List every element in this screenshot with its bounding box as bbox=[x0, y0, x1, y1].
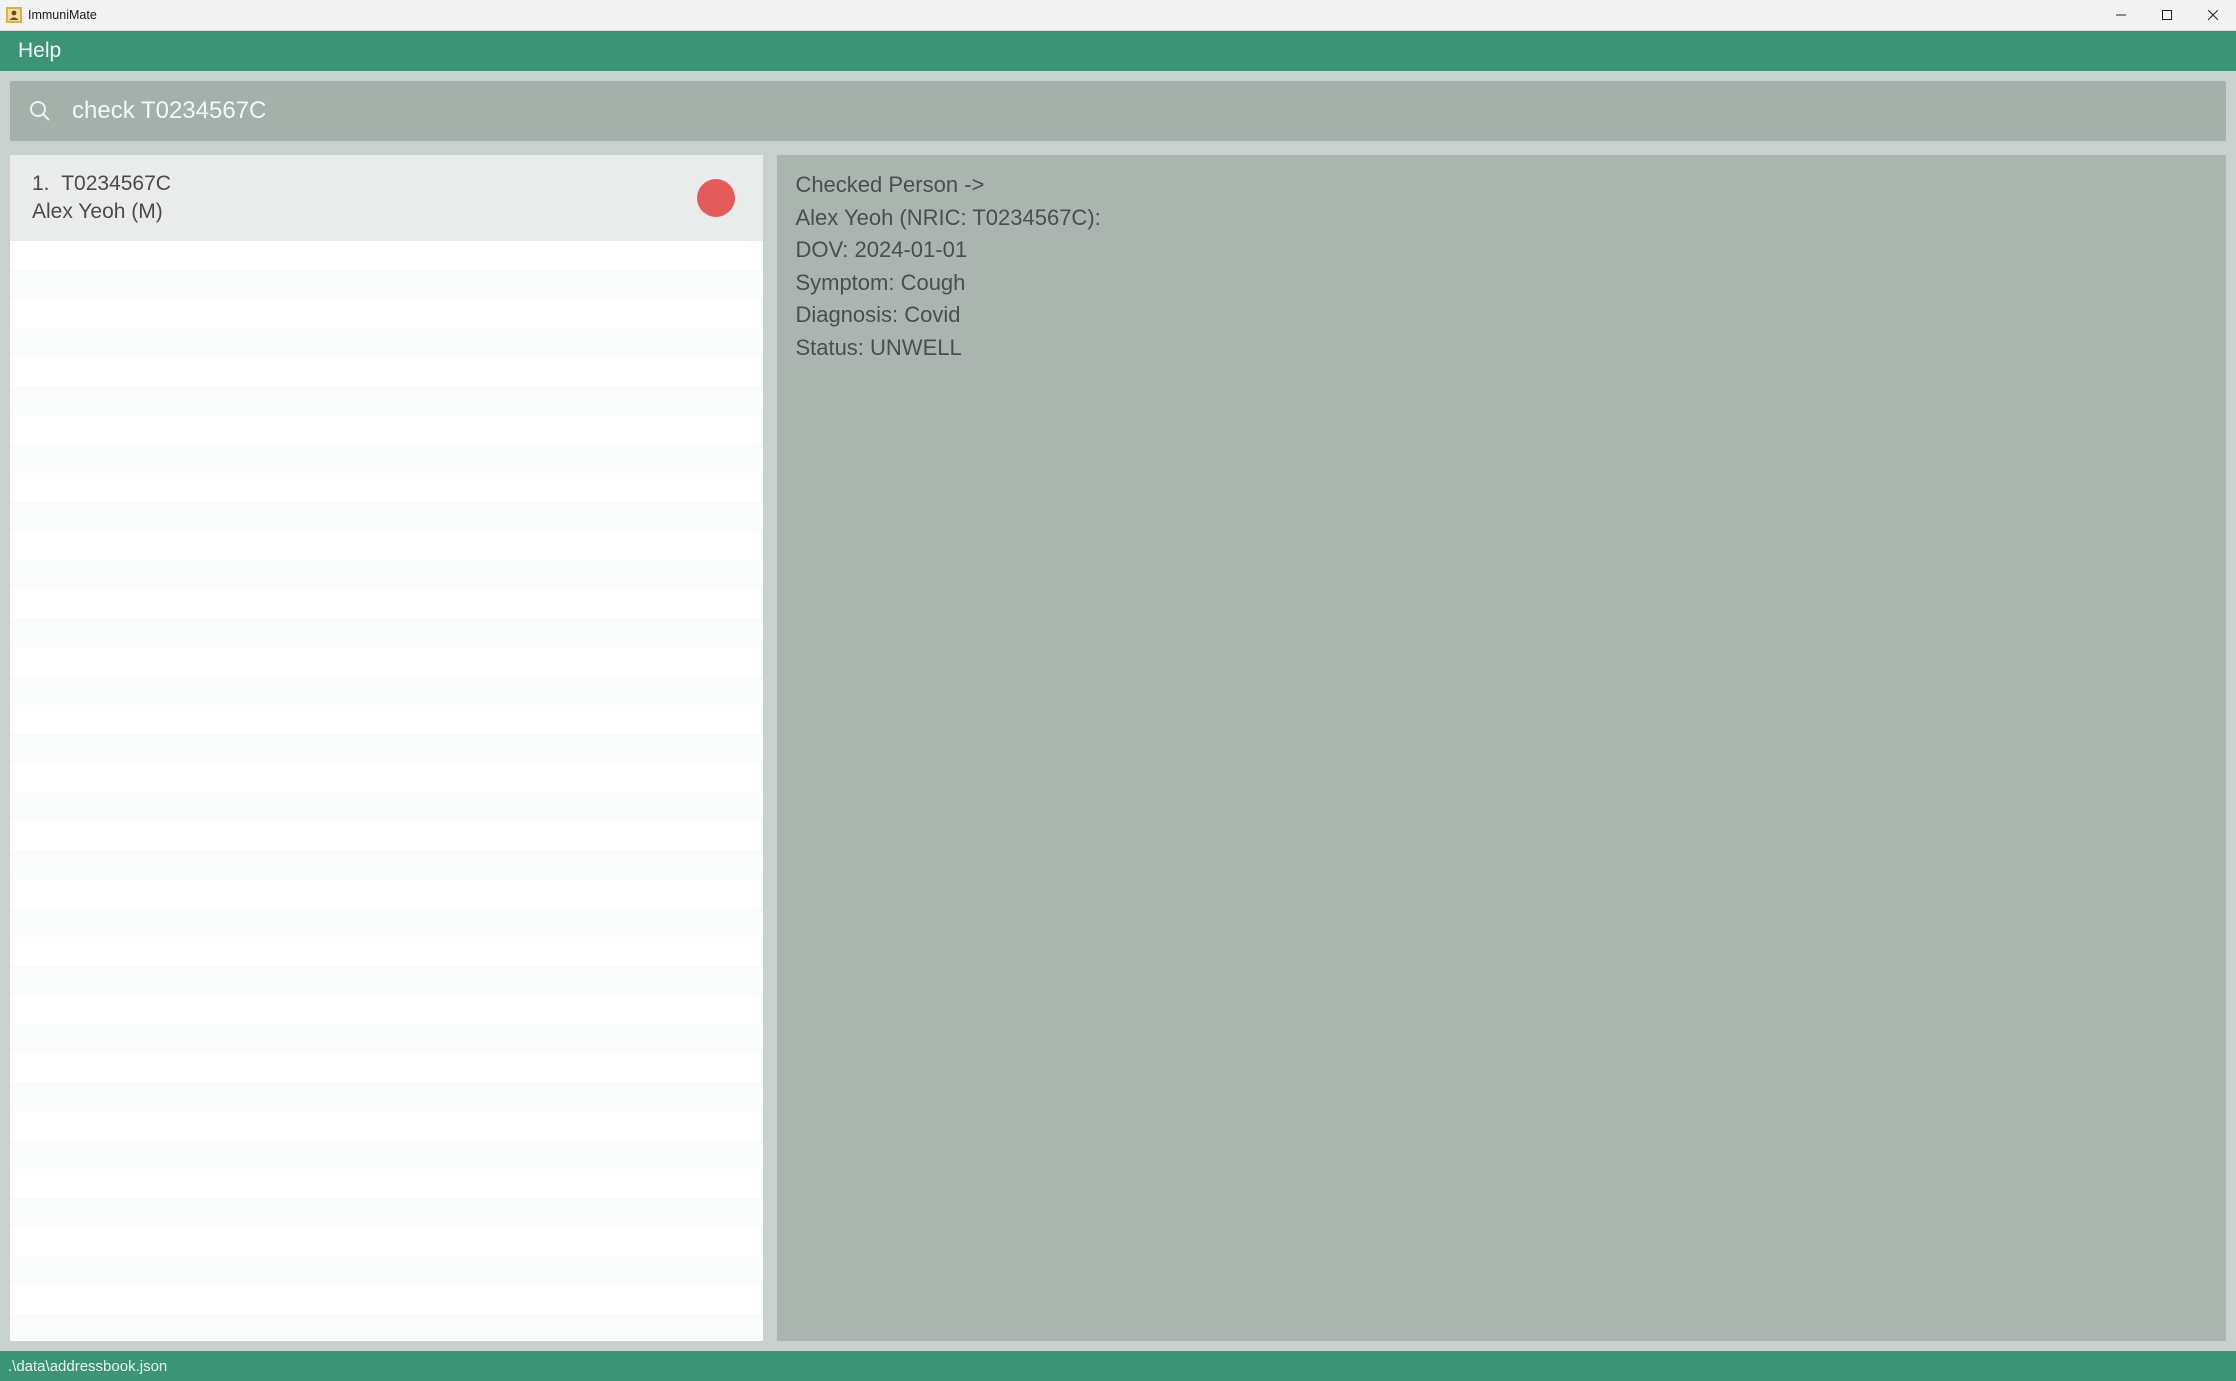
search-icon bbox=[28, 99, 52, 123]
window-title: ImmuniMate bbox=[28, 8, 97, 22]
command-input[interactable] bbox=[72, 81, 2208, 141]
window-minimize-button[interactable] bbox=[2098, 0, 2144, 30]
person-name-line: Alex Yeoh (M) bbox=[32, 200, 697, 224]
detail-line: Symptom: Cough bbox=[795, 267, 2208, 300]
person-list-item-text: 1. T0234567C Alex Yeoh (M) bbox=[32, 172, 697, 224]
window-maximize-button[interactable] bbox=[2144, 0, 2190, 30]
result-display-panel: Checked Person -> Alex Yeoh (NRIC: T0234… bbox=[777, 155, 2226, 1341]
person-nric: T0234567C bbox=[61, 172, 171, 195]
detail-line: Checked Person -> bbox=[795, 169, 2208, 202]
statusbar: .\data\addressbook.json bbox=[0, 1351, 2236, 1381]
content-area: 1. T0234567C Alex Yeoh (M) Checked Perso… bbox=[0, 71, 2236, 1351]
detail-line: Diagnosis: Covid bbox=[795, 299, 2208, 332]
command-bar bbox=[10, 81, 2226, 141]
detail-line: Alex Yeoh (NRIC: T0234567C): bbox=[795, 202, 2208, 235]
window-controls bbox=[2098, 0, 2236, 30]
person-list-item[interactable]: 1. T0234567C Alex Yeoh (M) bbox=[10, 155, 763, 241]
status-indicator-icon bbox=[697, 179, 735, 217]
detail-line: Status: UNWELL bbox=[795, 332, 2208, 365]
split-panes: 1. T0234567C Alex Yeoh (M) Checked Perso… bbox=[10, 155, 2226, 1351]
person-index: 1. bbox=[32, 172, 50, 195]
window-close-button[interactable] bbox=[2190, 0, 2236, 30]
window-titlebar: ImmuniMate bbox=[0, 0, 2236, 31]
person-list-panel: 1. T0234567C Alex Yeoh (M) bbox=[10, 155, 763, 1341]
app-icon bbox=[6, 7, 22, 23]
person-list-empty-area bbox=[10, 241, 763, 1341]
statusbar-path: .\data\addressbook.json bbox=[8, 1358, 167, 1375]
menubar: Help bbox=[0, 31, 2236, 71]
menu-help[interactable]: Help bbox=[18, 39, 61, 63]
person-list-item-line1: 1. T0234567C bbox=[32, 172, 697, 196]
detail-line: DOV: 2024-01-01 bbox=[795, 234, 2208, 267]
